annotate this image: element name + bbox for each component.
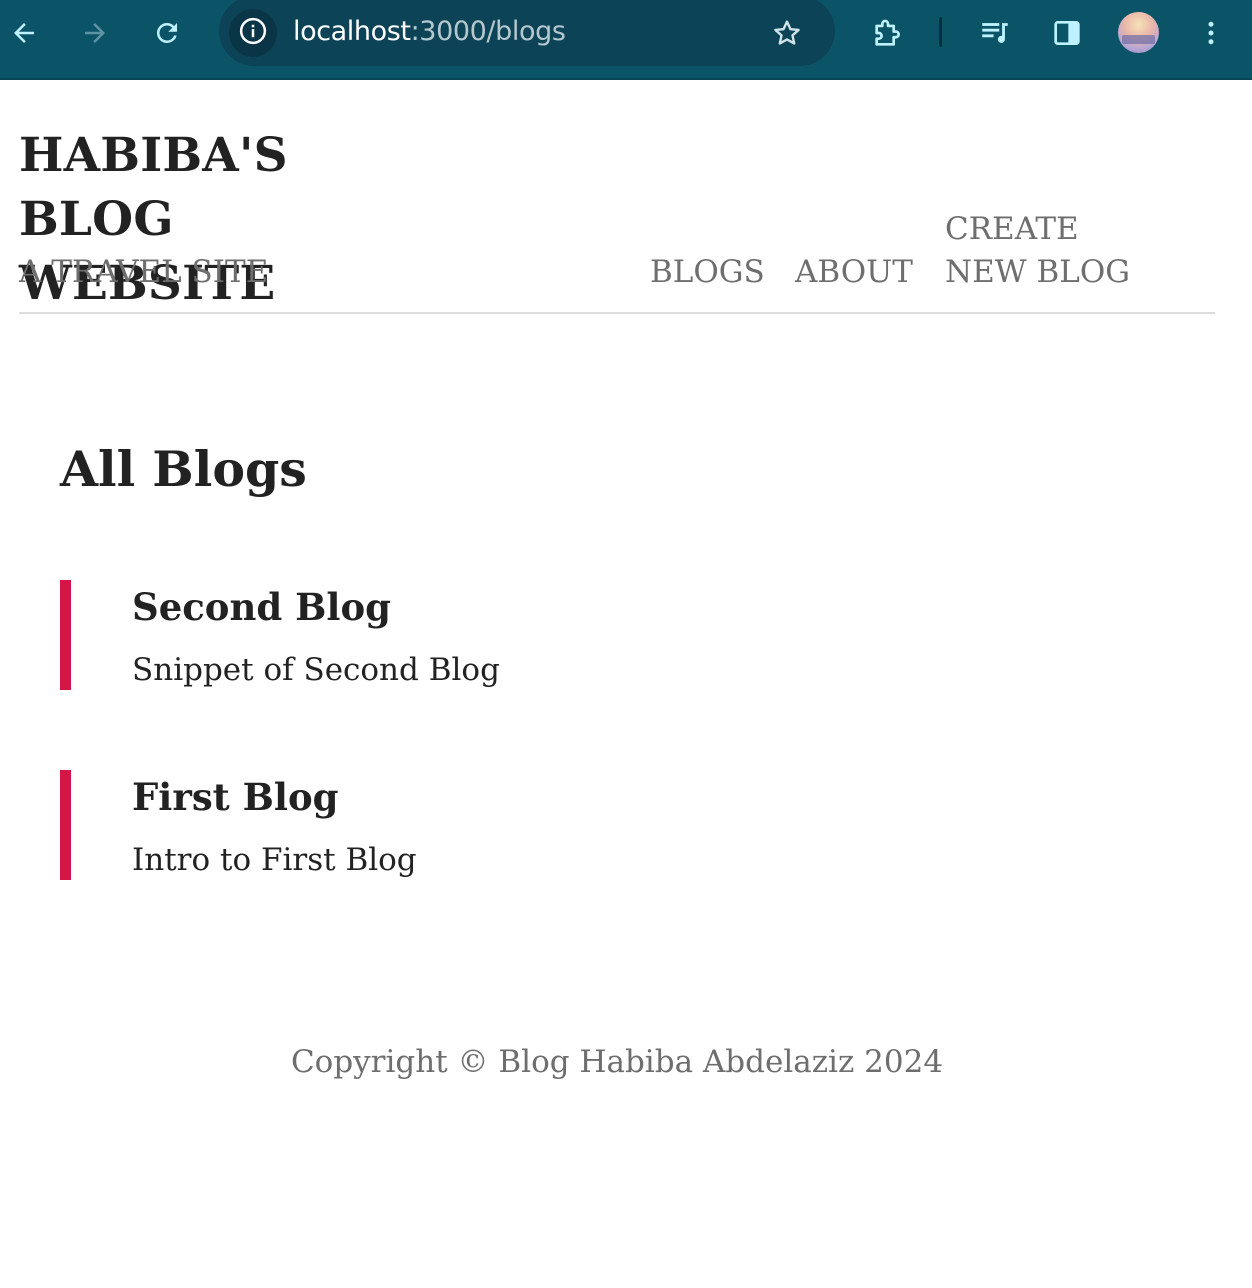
extensions-button[interactable] [864, 9, 912, 57]
side-panel-button[interactable] [1043, 9, 1091, 57]
blog-card[interactable]: Second Blog Snippet of Second Blog [60, 580, 1160, 690]
browser-toolbar: localhost:3000/blogs [0, 0, 1252, 80]
bookmark-button[interactable] [763, 9, 811, 57]
blog-card[interactable]: First Blog Intro to First Blog [60, 770, 1160, 880]
media-button[interactable] [971, 9, 1019, 57]
url-host: localhost [293, 16, 411, 47]
avatar[interactable] [1118, 12, 1159, 53]
puzzle-icon [871, 16, 905, 50]
arrow-right-icon [80, 18, 110, 48]
playlist-icon [978, 16, 1012, 50]
blog-snippet: Snippet of Second Blog [132, 652, 500, 688]
nav-link-create-blog[interactable]: CREATE NEW BLOG [945, 208, 1165, 294]
page-heading: All Blogs [60, 440, 307, 498]
nav-link-blogs[interactable]: BLOGS [650, 251, 765, 294]
info-icon [238, 16, 268, 50]
url-text[interactable]: localhost:3000/blogs [293, 14, 566, 50]
site-subtitle: A TRAVEL SITE [19, 254, 269, 290]
reload-icon [152, 18, 182, 48]
site-info-button[interactable] [229, 9, 277, 57]
toolbar-divider [939, 17, 942, 47]
forward-button[interactable] [71, 9, 119, 57]
footer-copyright: Copyright © Blog Habiba Abdelaziz 2024 [290, 1044, 944, 1080]
blog-snippet: Intro to First Blog [132, 842, 417, 878]
arrow-left-icon [9, 18, 39, 48]
nav-link-about[interactable]: ABOUT [795, 251, 913, 294]
side-panel-icon [1051, 17, 1083, 49]
kebab-menu-icon [1196, 18, 1226, 48]
blog-title[interactable]: First Blog [132, 772, 339, 822]
back-button[interactable] [0, 9, 48, 57]
url-path: :3000/blogs [410, 16, 566, 47]
blog-title[interactable]: Second Blog [132, 582, 391, 632]
star-icon [771, 17, 803, 49]
reload-button[interactable] [143, 9, 191, 57]
browser-menu-button[interactable] [1187, 9, 1235, 57]
site-header: HABIBA'S BLOG WEBSITE A TRAVEL SITE BLOG… [19, 80, 1215, 314]
